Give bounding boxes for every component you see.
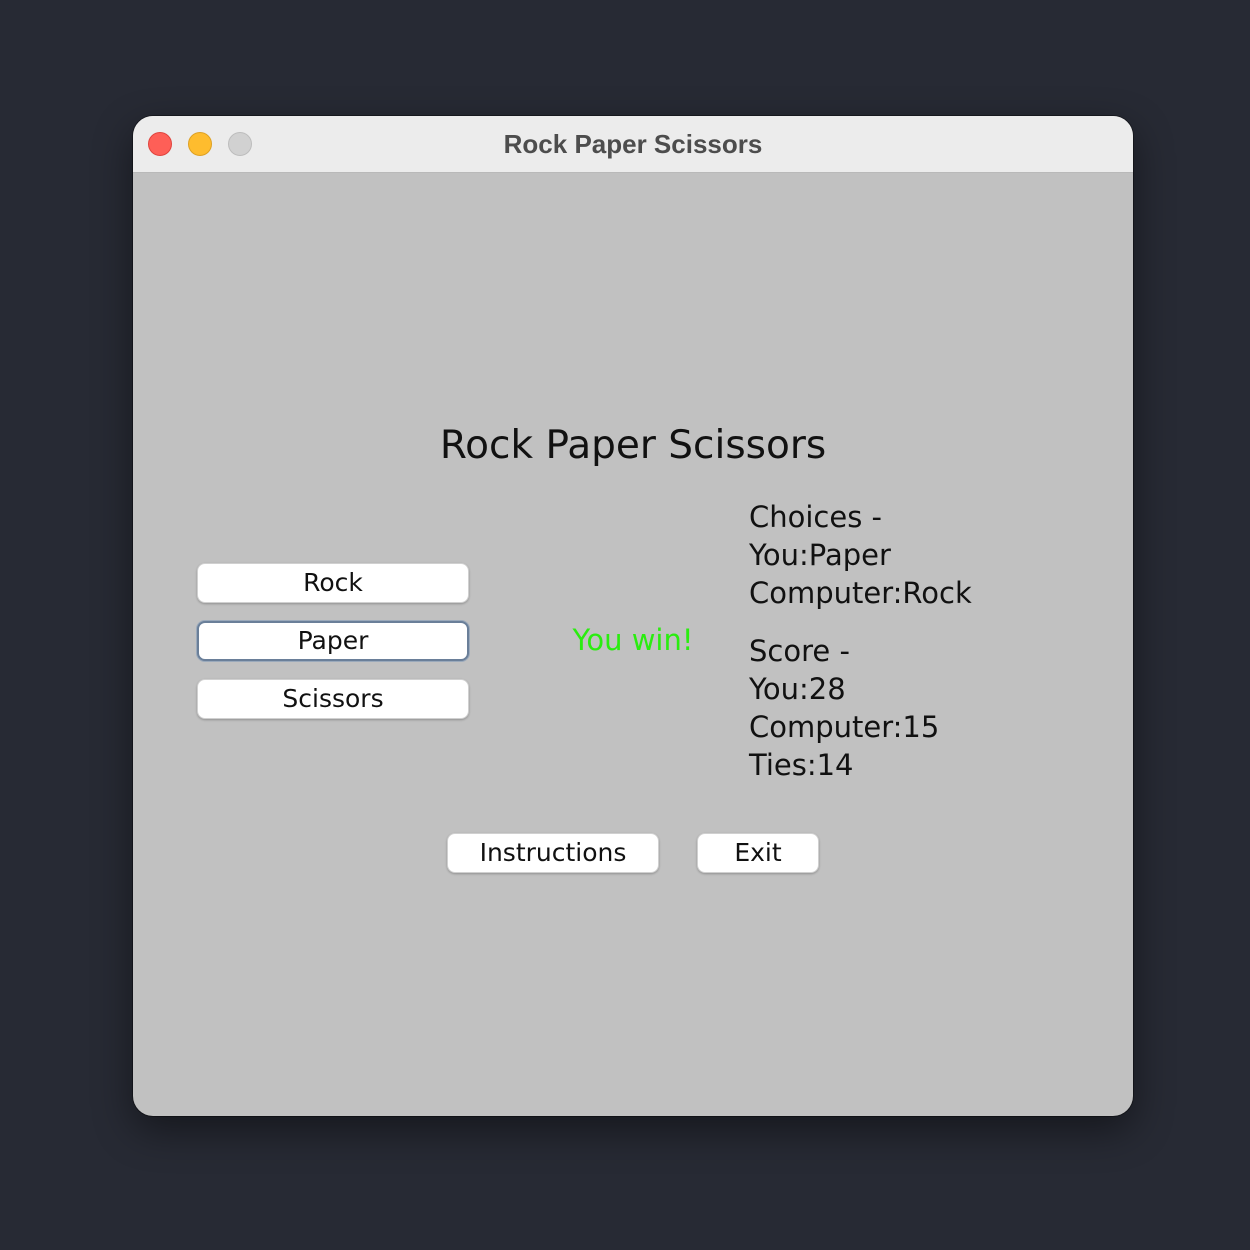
paper-button[interactable]: Paper (197, 621, 469, 661)
score-panel: Score - You:28 Computer:15 Ties:14 (749, 632, 939, 784)
you-score: You:28 (749, 672, 846, 706)
window-title: Rock Paper Scissors (503, 129, 763, 159)
scissors-button[interactable]: Scissors (197, 679, 469, 719)
rock-button[interactable]: Rock (197, 563, 469, 603)
title-bar[interactable]: Rock Paper Scissors (133, 116, 1133, 173)
game-heading: Rock Paper Scissors (439, 423, 827, 468)
computer-score: Computer:15 (749, 710, 940, 744)
choices-header: Choices - (749, 500, 883, 534)
instructions-button[interactable]: Instructions (447, 833, 659, 873)
you-choice: You:Paper (749, 538, 891, 572)
ties-score: Ties:14 (749, 748, 854, 782)
app-window: Rock Paper Scissors Rock Paper Scissors … (133, 116, 1133, 1116)
computer-choice: Computer:Rock (749, 576, 972, 610)
choices-panel: Choices - You:Paper Computer:Rock (749, 498, 972, 612)
game-panel: Rock Paper Scissors Rock Paper Scissors … (133, 173, 1133, 1116)
exit-button[interactable]: Exit (697, 833, 819, 873)
score-header: Score - (749, 634, 850, 668)
result-label: You win! (572, 623, 694, 657)
